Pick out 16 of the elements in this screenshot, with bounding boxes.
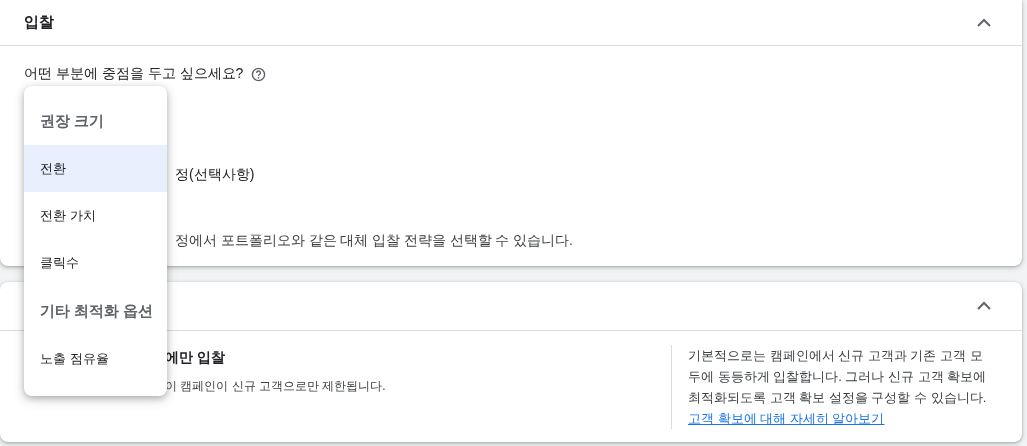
learn-more-link[interactable]: 고객 확보에 대해 자세히 알아보기	[688, 411, 885, 426]
menu-item[interactable]: 노출 점유율	[24, 335, 167, 382]
menu-item[interactable]: 클릭수	[24, 239, 167, 286]
checkbox-label: 정(선택사항)	[175, 166, 255, 182]
help-icon[interactable]	[251, 66, 267, 82]
question-label: 어떤 부분에 중점을 두고 싶으세요?	[24, 65, 244, 83]
menu-group-heading: 기타 최적화 옵션	[39, 301, 155, 321]
menu-item[interactable]: 전환	[24, 145, 167, 192]
section-title: 입찰	[24, 13, 54, 32]
chevron-up-icon[interactable]	[977, 301, 991, 311]
description-text: 정에서 포트폴리오와 같은 대체 입찰 전략을 선택할 수 있습니다.	[175, 233, 573, 248]
help-paragraph: 기본적으로는 캠페인에서 신규 고객과 기존 고객 모두에 동등하게 입찰합니다. 그러나 신규 고객 확보에 최적화되도록 고객 확보 설정을 구성할 수 있습니다. 고객 확보에 대해 자세히 알아보기	[688, 348, 987, 426]
menu-item[interactable]: 전환 가치	[24, 192, 167, 239]
option-title: 에만 입찰	[165, 348, 226, 367]
chevron-up-icon[interactable]	[977, 17, 991, 28]
menu-group-heading: 권장 크기	[39, 111, 106, 131]
